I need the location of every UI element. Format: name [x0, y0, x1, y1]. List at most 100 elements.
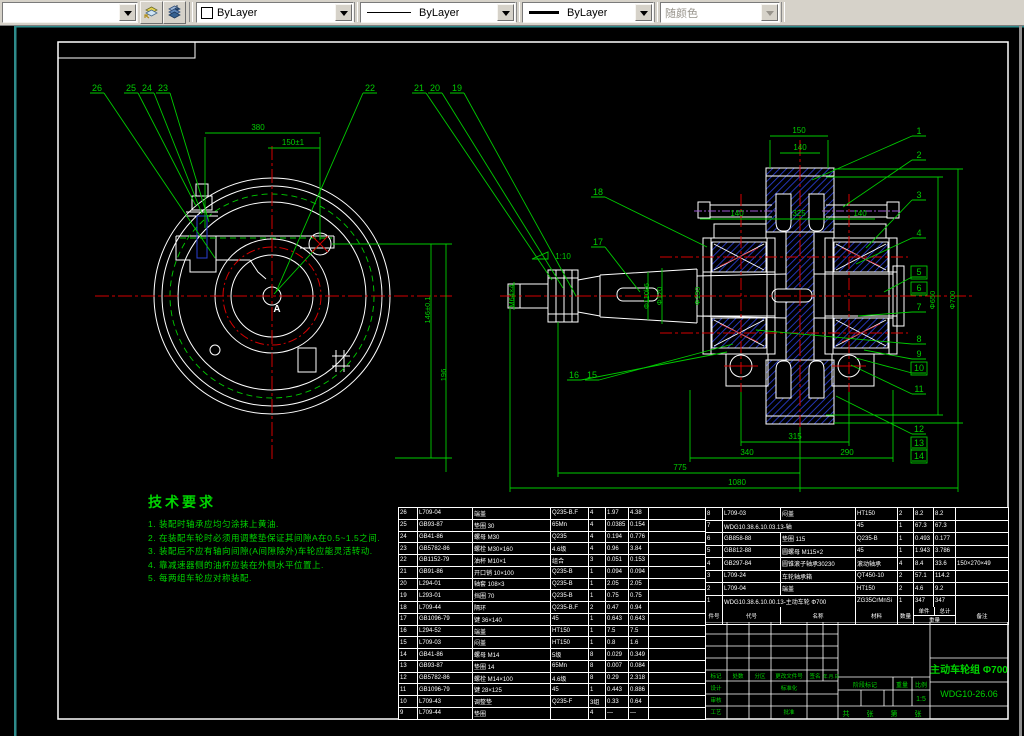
bom-cell: 0.776: [629, 531, 649, 544]
layers-yellow-icon: [144, 6, 158, 18]
object-properties-toolbar: ByLayer ByLayer ByLayer 随颜色: [0, 0, 1024, 26]
title-block-text: WDG10-26.06: [940, 689, 998, 699]
bom-cell: 4: [589, 519, 606, 532]
bom-cell: 2: [898, 583, 914, 596]
linetype-combo[interactable]: ByLayer: [360, 2, 516, 23]
bom-cell: [649, 578, 706, 591]
bom-cell: [956, 545, 1009, 558]
bom-cell: 45: [856, 520, 898, 533]
bom-cell: 16: [399, 625, 418, 638]
layers-blue-icon: [168, 4, 181, 18]
dimension-text: 340: [740, 448, 754, 457]
dimension-text-vertical: Φ110k6: [642, 283, 651, 309]
dimension-text: 140: [730, 209, 744, 218]
title-block-text: 第: [891, 709, 898, 718]
bom-cell: 114.2: [934, 570, 956, 583]
bom-cell: 11: [399, 684, 418, 697]
bom-cell: 螺栓 M14×100: [473, 672, 551, 685]
dimension-text-vertical: Φ650: [928, 291, 937, 310]
bom-cell: L709-44: [418, 708, 473, 720]
centerlines: [95, 146, 452, 460]
plotstyle-combo: 随颜色: [660, 2, 780, 23]
chevron-down-icon[interactable]: [119, 4, 136, 21]
bom-cell: L709-43: [418, 696, 473, 709]
bom-cell: 调整垫: [473, 696, 551, 709]
bom-cell: 0.153: [629, 555, 649, 567]
dimension-text: 380: [251, 123, 265, 132]
bom-cell: 闷盖: [473, 637, 551, 650]
part-callout: 17: [593, 237, 603, 247]
bom-cell: 4: [589, 708, 606, 720]
title-block-text: 1:5: [916, 696, 926, 703]
bom-cell: [956, 533, 1009, 546]
bom-cell: [649, 696, 706, 709]
title-block-text: 张: [867, 709, 874, 718]
part-callout: 26: [92, 83, 102, 93]
bom-cell: 垫圈 14: [473, 660, 551, 673]
leader-line: [425, 92, 553, 281]
bom-cell: [649, 613, 706, 626]
bom-header-cell: 件号: [706, 607, 723, 625]
bom-cell: HT150: [856, 583, 898, 596]
layer-previous-button[interactable]: [163, 1, 186, 24]
bom-cell: 3.786: [934, 545, 956, 558]
title-block-text: 审核: [710, 696, 722, 704]
bom-cell: 4: [898, 558, 914, 571]
bom-cell: 4.6: [914, 583, 934, 596]
bom-cell: 150×270×49: [956, 558, 1009, 571]
part-callout: 13: [914, 438, 924, 448]
bom-cell: 65Mn: [551, 660, 589, 673]
bom-cell: 1: [589, 566, 606, 579]
part-callout: 1: [916, 126, 921, 136]
leader-line: [580, 351, 728, 381]
chevron-down-icon[interactable]: [635, 4, 652, 21]
bom-cell: 1: [898, 545, 914, 558]
dimension-text: 140: [793, 143, 807, 152]
bom-cell: 1.6: [629, 637, 649, 650]
chevron-down-icon[interactable]: [335, 4, 352, 21]
part-callout: 4: [916, 228, 921, 238]
bom-cell: 垫圈 115: [781, 533, 856, 546]
bom-cell: L709-44: [418, 602, 473, 614]
lineweight-combo[interactable]: ByLayer: [522, 2, 654, 23]
part-callout: 25: [126, 83, 136, 93]
bom-cell: 螺母 M30: [473, 531, 551, 544]
chevron-down-icon[interactable]: [497, 4, 514, 21]
bom-cell: [649, 566, 706, 579]
bom-cell: GB41-86: [418, 531, 473, 544]
bom-cell: Q235-B: [856, 533, 898, 546]
bom-cell: L709-04: [723, 583, 781, 596]
dimension-text-vertical: Φ150: [693, 287, 702, 306]
bom-cell: 0.094: [606, 566, 629, 579]
bom-cell: 垫圈 30: [473, 519, 551, 532]
bom-cell: 螺栓 M30×160: [473, 543, 551, 556]
title-block-text: 分区: [754, 672, 766, 680]
bom-cell: [956, 508, 1009, 521]
bom-cell: 9.2: [934, 583, 956, 596]
bom-cell: 6: [706, 533, 723, 546]
bom-cell: QT450-10: [856, 570, 898, 583]
bom-cell: 0.47: [606, 602, 629, 614]
bom-cell: [649, 672, 706, 685]
bom-cell: 8: [589, 649, 606, 661]
bom-cell: 0.94: [629, 602, 649, 614]
bom-table-left: 26 L709-04 端盖 Q235-B.F 4 1.97 4.38 25 GB93-87 垫圈 …: [398, 507, 706, 720]
title-block-text: 共: [843, 709, 850, 718]
title-block-text: 阶段标记: [853, 681, 877, 689]
bom-cell: 0.177: [934, 533, 956, 546]
layer-combo[interactable]: [2, 2, 138, 23]
title-block-text: 处数: [732, 672, 744, 680]
bom-cell: 1.943: [914, 545, 934, 558]
title-block-text: 签名: [809, 672, 820, 680]
bom-cell: HT150: [551, 625, 589, 638]
bom-cell: 65Mn: [551, 519, 589, 532]
bom-cell: 0.0385: [606, 519, 629, 532]
bom-cell: GB1152-79: [418, 555, 473, 567]
bom-cell: 8.2: [914, 508, 934, 521]
make-object-layer-current-button[interactable]: [140, 1, 163, 24]
lineweight-combo-value: ByLayer: [567, 6, 608, 19]
bom-cell: 15: [399, 637, 418, 650]
color-combo[interactable]: ByLayer: [196, 2, 354, 23]
title-block-text: 设计: [710, 684, 722, 692]
toolbar-separator: [354, 2, 358, 22]
